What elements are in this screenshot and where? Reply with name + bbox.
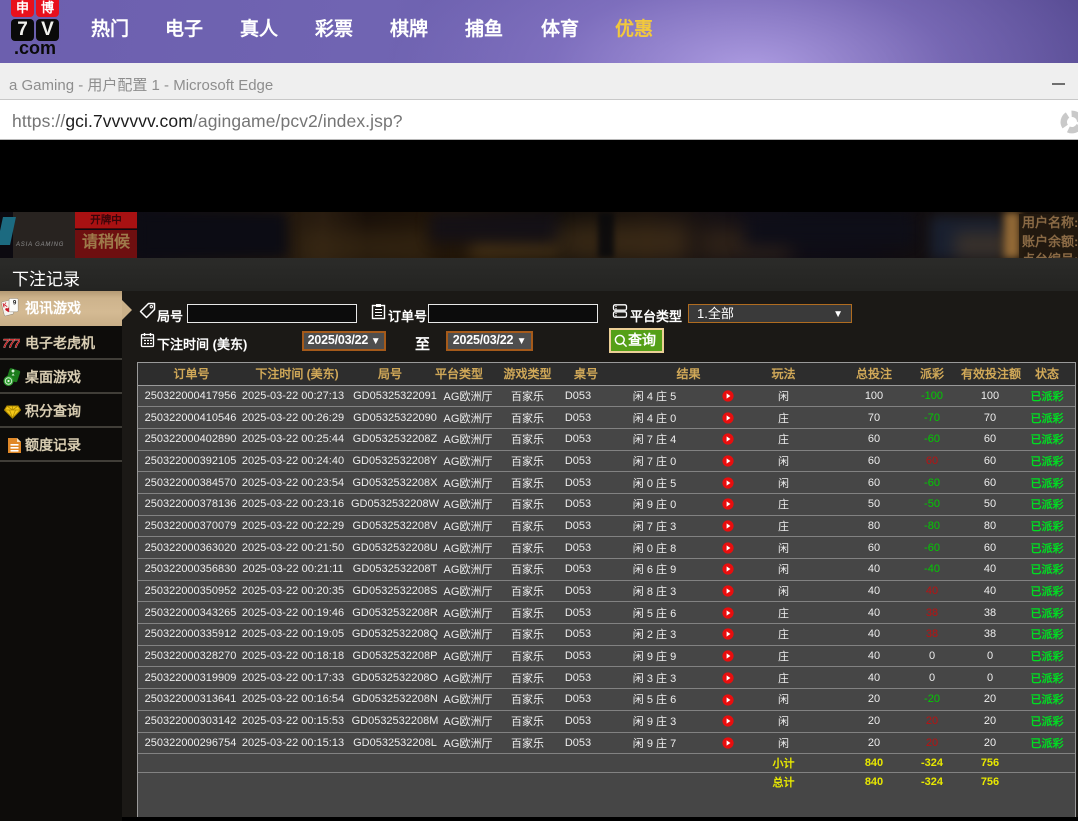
svg-text:777: 777 — [3, 337, 20, 351]
svg-text:9: 9 — [13, 300, 17, 307]
